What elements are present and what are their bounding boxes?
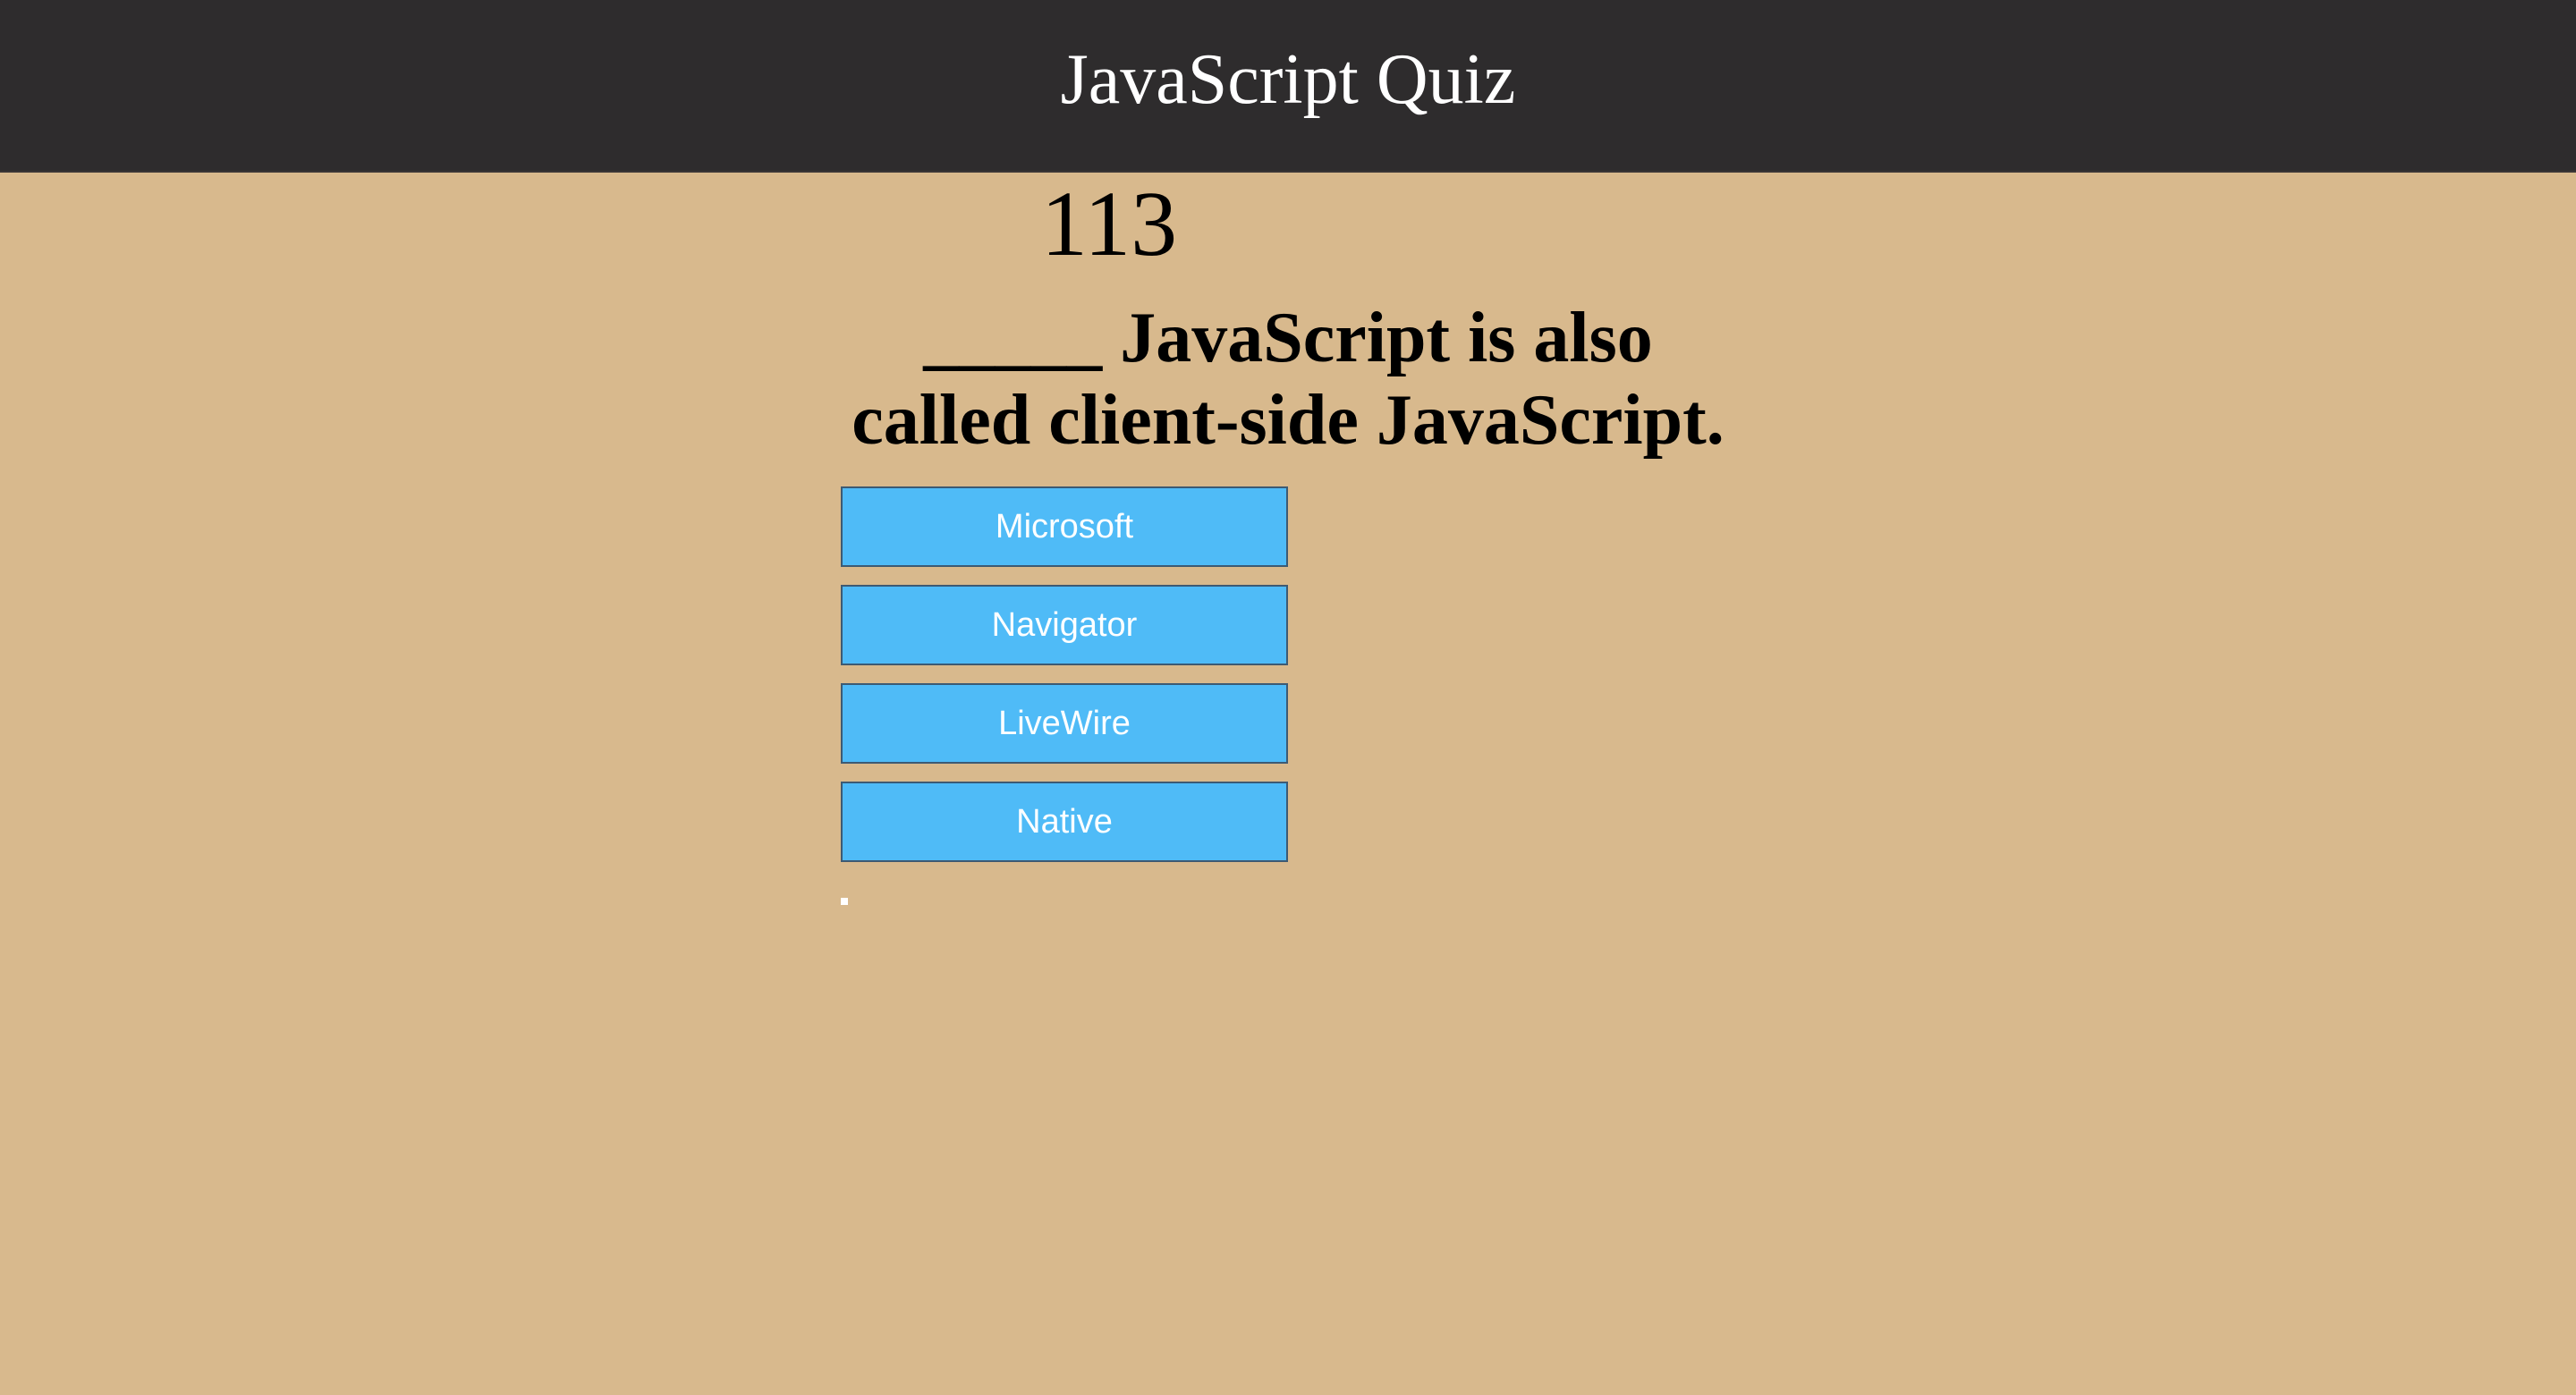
question-text: _____ JavaScript is also called client-s…: [852, 299, 1724, 460]
answer-button-native[interactable]: Native: [841, 782, 1288, 862]
feedback-marker: [841, 898, 848, 905]
answer-choices: Microsoft Navigator LiveWire Native: [841, 486, 1288, 880]
page-title: JavaScript Quiz: [1060, 39, 1516, 119]
countdown-timer: 113: [1040, 173, 1178, 275]
answer-button-livewire[interactable]: LiveWire: [841, 683, 1288, 764]
quiz-header: JavaScript Quiz: [0, 0, 2576, 173]
answer-button-navigator[interactable]: Navigator: [841, 585, 1288, 665]
answer-button-microsoft[interactable]: Microsoft: [841, 486, 1288, 567]
